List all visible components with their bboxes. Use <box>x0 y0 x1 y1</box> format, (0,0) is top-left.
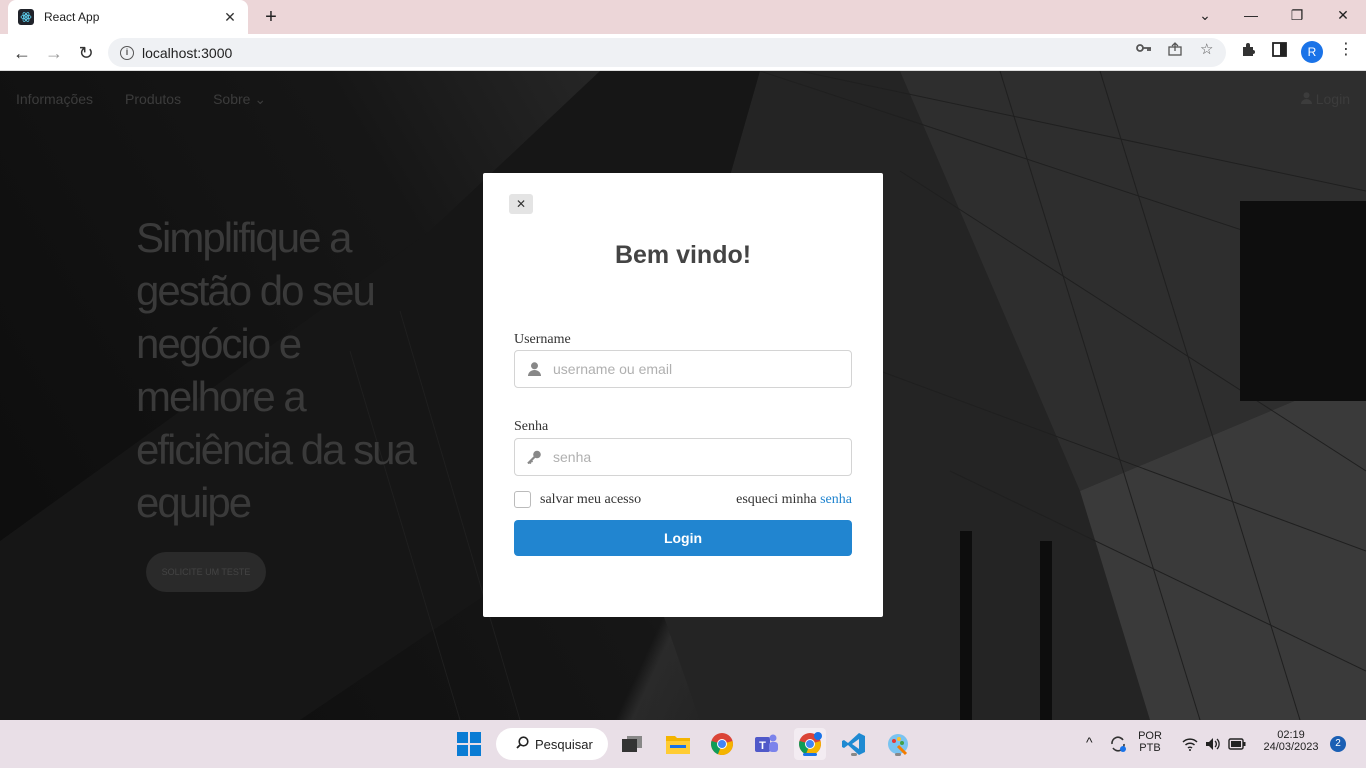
modal-title: Bem vindo! <box>614 241 752 269</box>
taskbar: Pesquisar T ^ POR PTB 02:19 24/03/2023 2 <box>0 720 1366 768</box>
modal-close-button[interactable]: ✕ <box>509 194 533 214</box>
nav-item-produtos[interactable]: Produtos <box>125 91 181 108</box>
browser-toolbar: ← → ↻ i localhost:3000 ☆ R ⋮ <box>0 34 1366 71</box>
forgot-password: esqueci minha senha <box>736 492 852 508</box>
nav-item-informacoes[interactable]: Informações <box>16 91 93 108</box>
chevron-down-icon[interactable]: ⌄ <box>1182 0 1228 30</box>
clock-time: 02:19 <box>1277 729 1305 741</box>
tray-overflow-icon[interactable]: ^ <box>1086 734 1093 750</box>
key-icon[interactable] <box>1136 42 1152 57</box>
extensions-icon[interactable] <box>1240 42 1256 62</box>
back-button[interactable]: ← <box>8 39 36 67</box>
remember-checkbox[interactable] <box>514 491 531 508</box>
teams-icon[interactable]: T <box>750 728 782 760</box>
windows-start-icon[interactable] <box>453 728 485 760</box>
taskbar-search[interactable]: Pesquisar <box>496 728 608 760</box>
profile-avatar[interactable]: R <box>1301 41 1323 63</box>
close-window-button[interactable]: ✕ <box>1320 0 1366 30</box>
language-code: POR <box>1138 730 1162 742</box>
username-input[interactable] <box>553 352 851 386</box>
task-view-icon[interactable] <box>616 728 648 760</box>
login-button[interactable]: Login <box>514 520 852 556</box>
forward-button[interactable]: → <box>40 39 68 67</box>
clock[interactable]: 02:19 24/03/2023 <box>1258 729 1324 753</box>
tab-close-icon[interactable]: ✕ <box>222 9 238 26</box>
site-login-link[interactable]: Login <box>1300 91 1350 107</box>
forgot-prefix: esqueci minha <box>736 492 821 507</box>
user-icon <box>515 362 553 376</box>
search-label: Pesquisar <box>535 736 593 752</box>
react-favicon-icon <box>18 9 34 25</box>
hero-headline: Simplifique a gestão do seu negócio e me… <box>136 214 417 526</box>
hero-cta-button[interactable]: SOLICITE UM TESTE <box>146 552 266 592</box>
reload-button[interactable]: ↻ <box>72 39 100 67</box>
key-icon <box>515 450 553 464</box>
new-tab-button[interactable]: + <box>258 4 284 30</box>
site-login-label: Login <box>1315 91 1350 107</box>
chrome-profile-icon[interactable] <box>794 728 826 760</box>
minimize-button[interactable]: — <box>1228 0 1274 30</box>
tab-title: React App <box>44 10 100 24</box>
side-panel-icon[interactable] <box>1272 42 1287 61</box>
bookmark-star-icon[interactable]: ☆ <box>1200 40 1213 58</box>
active-indicator <box>803 753 817 756</box>
browser-tab[interactable]: React App ✕ <box>8 0 248 34</box>
keyboard-layout: PTB <box>1139 742 1161 754</box>
user-icon <box>1300 91 1316 107</box>
notification-badge[interactable]: 2 <box>1330 736 1346 752</box>
sync-icon[interactable] <box>1102 728 1134 760</box>
username-field[interactable] <box>514 350 852 388</box>
remember-me: salvar meu acesso <box>514 491 641 508</box>
login-modal: ✕ Bem vindo! Username Senha salvar meu a… <box>483 173 883 617</box>
password-label: Senha <box>514 419 549 434</box>
restore-button[interactable]: ❐ <box>1274 0 1320 30</box>
remember-label: salvar meu acesso <box>540 491 642 507</box>
password-field[interactable] <box>514 438 852 476</box>
clock-date: 24/03/2023 <box>1263 741 1319 753</box>
svg-text:T: T <box>759 740 766 752</box>
browser-tabbar: React App ✕ + ⌄ — ❐ ✕ <box>0 0 1366 34</box>
password-input[interactable] <box>553 440 851 474</box>
url-text: localhost:3000 <box>142 44 233 61</box>
site-nav: Informações Produtos Sobre ⌄ <box>16 91 266 108</box>
menu-kebab-icon[interactable]: ⋮ <box>1338 39 1354 59</box>
paint-icon[interactable] <box>882 728 914 760</box>
nav-item-sobre[interactable]: Sobre ⌄ <box>213 91 266 108</box>
site-info-icon[interactable]: i <box>120 45 134 60</box>
running-indicator <box>895 753 901 756</box>
vscode-icon[interactable] <box>838 728 870 760</box>
battery-icon[interactable] <box>1221 728 1253 760</box>
chrome-icon[interactable] <box>706 728 738 760</box>
running-indicator <box>851 753 857 756</box>
address-bar[interactable]: i localhost:3000 <box>108 38 1226 67</box>
share-icon[interactable] <box>1168 42 1183 59</box>
forgot-password-link[interactable]: senha <box>820 492 852 507</box>
language-indicator[interactable]: POR PTB <box>1138 730 1162 754</box>
username-label: Username <box>514 332 571 347</box>
file-explorer-icon[interactable] <box>662 728 694 760</box>
search-icon <box>516 736 529 752</box>
